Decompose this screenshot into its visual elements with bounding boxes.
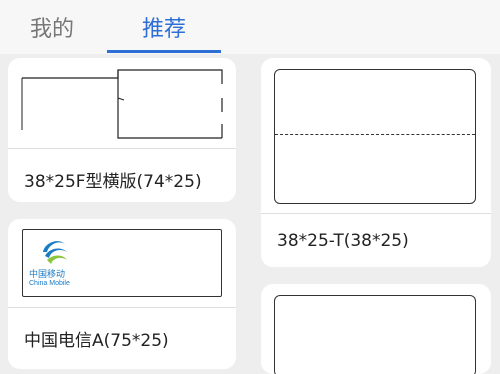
card-divider: [8, 307, 236, 308]
label-preview: [274, 69, 476, 204]
tab-recommend[interactable]: 推荐: [107, 0, 221, 54]
tab-mine[interactable]: 我的: [8, 0, 96, 54]
china-mobile-logo-cn: 中国移动: [29, 270, 66, 280]
template-name: 中国电信A(75*25): [24, 331, 169, 351]
tab-bar: 我的 推荐: [0, 0, 500, 54]
template-name: 38*25F型横版(74*25): [24, 172, 202, 192]
card-divider: [261, 213, 491, 214]
active-tab-indicator: [107, 50, 221, 53]
template-card-38x25t[interactable]: 38*25-T(38*25): [261, 58, 491, 267]
label-preview: 中国移动 China Mobile: [22, 229, 222, 297]
china-mobile-logo-en: China Mobile: [29, 280, 70, 287]
template-name: 38*25-T(38*25): [277, 231, 409, 251]
template-card-partial[interactable]: [261, 284, 491, 374]
template-card-china-telecom-a[interactable]: 中国移动 China Mobile 中国电信A(75*25): [8, 219, 236, 369]
label-preview: [21, 69, 223, 139]
label-preview: [274, 295, 476, 374]
perforation-line: [275, 134, 475, 135]
china-mobile-logo: [43, 241, 67, 264]
card-divider: [8, 148, 236, 149]
template-card-38x25f[interactable]: 38*25F型横版(74*25): [8, 58, 236, 202]
